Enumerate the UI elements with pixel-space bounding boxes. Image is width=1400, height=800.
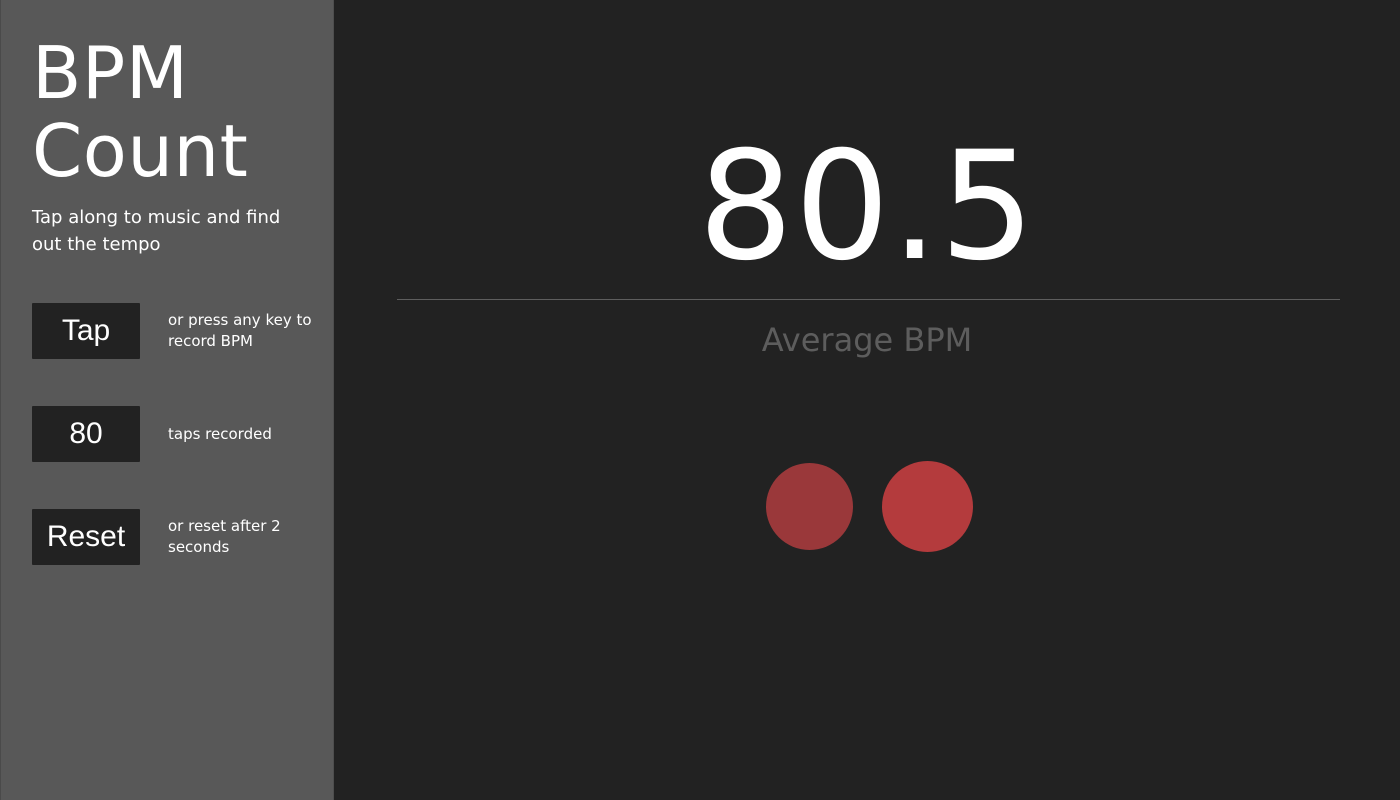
tap-count-label: taps recorded (168, 424, 272, 443)
main-panel: 80.5 Average BPM (334, 0, 1400, 800)
reset-instructions: or reset after 2 seconds (168, 517, 281, 556)
app-title-line-2: Count (32, 109, 249, 193)
tap-count-display: 80 (32, 406, 140, 462)
divider (397, 299, 1340, 300)
beat-dot-left (766, 463, 853, 550)
tap-control-row: Tap or press any key to record BPM (32, 303, 322, 359)
tap-count-row: 80 taps recorded (32, 406, 322, 462)
reset-button[interactable]: Reset (32, 509, 140, 565)
app-subtitle: Tap along to music and find out the temp… (32, 207, 281, 255)
tap-button[interactable]: Tap (32, 303, 140, 359)
app-title: BPM Count (32, 34, 248, 190)
bpm-count-app: BPM Count Tap along to music and find ou… (0, 0, 1400, 800)
tap-instructions: or press any key to record BPM (168, 311, 312, 350)
beat-dot-right (882, 461, 973, 552)
app-title-line-1: BPM (32, 31, 189, 115)
sidebar: BPM Count Tap along to music and find ou… (0, 0, 334, 800)
average-bpm-label: Average BPM (761, 321, 973, 359)
reset-control-row: Reset or reset after 2 seconds (32, 509, 322, 565)
average-bpm-value: 80.5 (698, 120, 1036, 294)
